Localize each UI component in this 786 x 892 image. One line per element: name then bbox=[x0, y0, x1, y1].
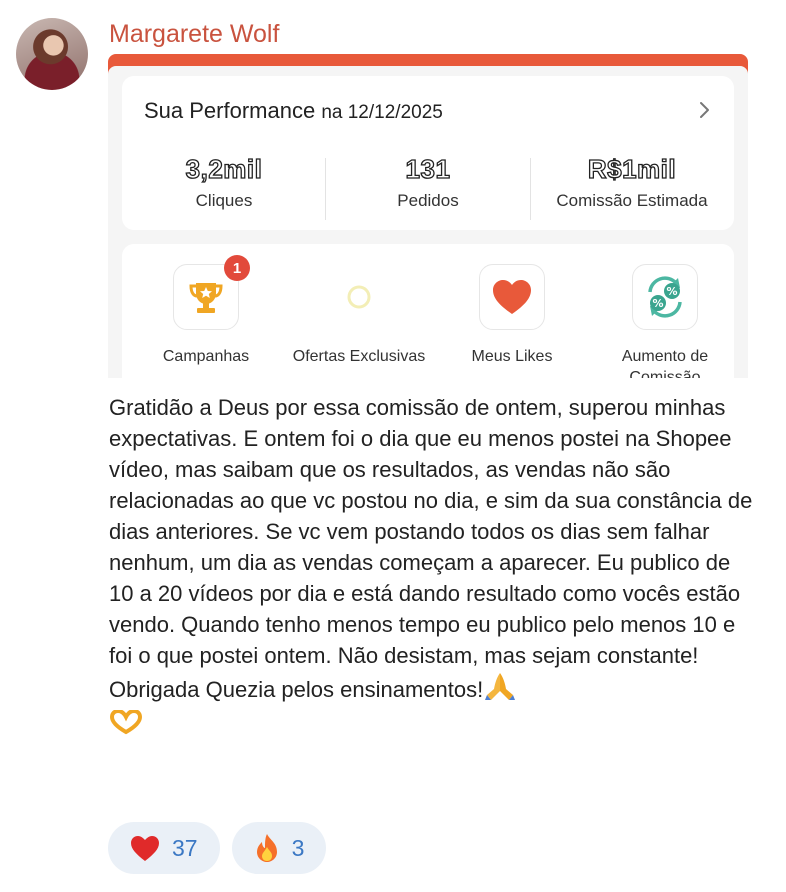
comissao-icon-box: % % bbox=[632, 264, 698, 330]
reaction-heart[interactable]: 37 bbox=[108, 822, 220, 874]
heart-icon bbox=[493, 280, 531, 314]
stat-value: 3,2mil bbox=[185, 153, 263, 184]
divider bbox=[325, 158, 326, 220]
stat-label: Cliques bbox=[195, 191, 253, 210]
percent-cycle-icon: % % bbox=[648, 276, 682, 318]
reactions-bar: 37 3 bbox=[108, 822, 327, 874]
reaction-count: 3 bbox=[291, 834, 305, 861]
message-body: Gratidão a Deus por essa comissão de ont… bbox=[109, 395, 753, 702]
stat-label: Comissão Estimada bbox=[556, 191, 708, 210]
tool-label: Ofertas Exclusivas bbox=[292, 348, 426, 365]
trophy-icon bbox=[189, 283, 223, 313]
likes-icon-box bbox=[479, 264, 545, 330]
svg-text:%: % bbox=[666, 285, 677, 298]
tool-meus-likes: Meus Likes bbox=[437, 264, 587, 367]
author-name[interactable]: Margarete Wolf bbox=[109, 20, 279, 49]
heart-hands-icon bbox=[109, 708, 143, 744]
performance-date: na 12/12/2025 bbox=[321, 102, 443, 123]
ofertas-icon-box bbox=[326, 264, 392, 330]
stat-value: R$1mil bbox=[587, 153, 677, 184]
stat-comissao: R$1mil Comissão Estimada bbox=[532, 153, 732, 211]
tool-aumento-comissao: % % Aumento de Comissão bbox=[590, 264, 740, 378]
performance-screenshot: Sua Performance na 12/12/2025 3,2mil Cli… bbox=[108, 54, 748, 378]
stat-value: 131 bbox=[405, 153, 451, 184]
tool-label: Aumento de Comissão bbox=[621, 348, 709, 378]
chevron-right-icon bbox=[700, 102, 709, 118]
reaction-count: 37 bbox=[172, 834, 198, 861]
tool-label: Campanhas bbox=[162, 348, 250, 365]
performance-title: Sua Performance na 12/12/2025 bbox=[144, 98, 443, 123]
praying-hands-icon bbox=[483, 671, 517, 709]
svg-text:%: % bbox=[652, 297, 663, 310]
screenshot-background: Sua Performance na 12/12/2025 3,2mil Cli… bbox=[108, 66, 748, 378]
fire-icon bbox=[256, 834, 277, 862]
tools-card: 1 Campanhas Ofertas Exclusivas Meus Like… bbox=[122, 244, 734, 378]
stat-cliques: 3,2mil Cliques bbox=[124, 153, 324, 211]
red-heart-icon bbox=[131, 835, 159, 861]
tool-label: Meus Likes bbox=[471, 348, 553, 365]
message-text: Gratidão a Deus por essa comissão de ont… bbox=[109, 392, 759, 744]
stat-label: Pedidos bbox=[397, 191, 459, 210]
stat-pedidos: 131 Pedidos bbox=[328, 153, 528, 211]
notification-badge: 1 bbox=[224, 255, 250, 281]
campanhas-icon-box: 1 bbox=[173, 255, 250, 330]
avatar[interactable] bbox=[16, 18, 88, 90]
loading-ring-icon bbox=[347, 285, 371, 309]
reaction-fire[interactable]: 3 bbox=[231, 822, 327, 874]
tool-campanhas: 1 Campanhas bbox=[131, 255, 281, 367]
divider bbox=[530, 158, 531, 220]
tool-ofertas-exclusivas: Ofertas Exclusivas bbox=[284, 264, 434, 367]
performance-card: Sua Performance na 12/12/2025 3,2mil Cli… bbox=[122, 76, 734, 230]
